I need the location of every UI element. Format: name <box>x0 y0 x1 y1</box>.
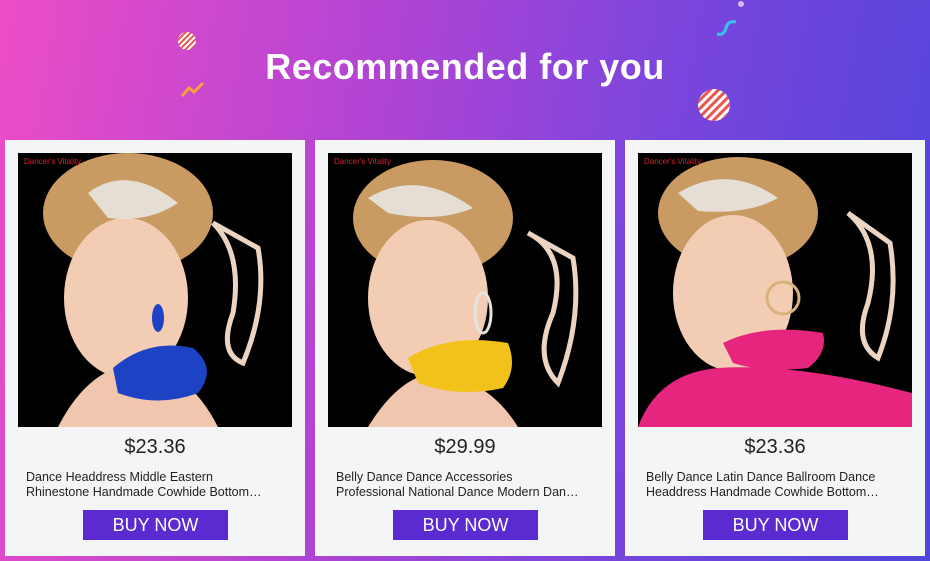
buy-now-button[interactable]: BUY NOW <box>393 510 538 540</box>
product-card[interactable]: Dancer's Vitality $23.36 Belly Dance Lat… <box>625 140 925 556</box>
product-title-line: Dance Headdress Middle Eastern <box>26 470 213 484</box>
headdress-photo <box>353 160 579 427</box>
brand-watermark: Dancer's Vitality <box>644 157 701 166</box>
product-image[interactable]: Dancer's Vitality <box>638 153 912 427</box>
product-price: $23.36 <box>124 436 186 458</box>
product-price: $29.99 <box>434 436 496 458</box>
buy-now-button[interactable]: BUY NOW <box>703 510 848 540</box>
headdress-photo <box>638 157 912 427</box>
brand-watermark: Dancer's Vitality <box>334 157 391 166</box>
buy-now-button[interactable]: BUY NOW <box>83 510 228 540</box>
product-price: $23.36 <box>744 436 806 458</box>
product-title-line: Belly Dance Dance Accessories <box>336 470 513 484</box>
product-title[interactable]: Dance Headdress Middle Eastern Rhineston… <box>26 470 286 500</box>
confetti-icon <box>716 20 737 36</box>
product-image[interactable]: Dancer's Vitality <box>328 153 602 427</box>
brand-watermark: Dancer's Vitality <box>24 157 81 166</box>
product-title-line: Headdress Handmade Cowhide Bottom… <box>646 485 879 499</box>
product-title-line: Professional National Dance Modern Dan… <box>336 485 579 499</box>
confetti-icon <box>738 1 744 7</box>
product-title-line: Belly Dance Latin Dance Ballroom Dance <box>646 470 876 484</box>
banner: Recommended for you <box>0 0 930 140</box>
section-title: Recommended for you <box>265 46 665 87</box>
headdress-photo <box>43 153 264 427</box>
product-card[interactable]: Dancer's Vitality $29.99 Belly Dance Dan… <box>315 140 615 556</box>
product-card[interactable]: Dancer's Vitality $23.36 Dance Headdress… <box>5 140 305 556</box>
product-title[interactable]: Belly Dance Dance Accessories Profession… <box>336 470 596 500</box>
product-image[interactable]: Dancer's Vitality <box>18 153 292 427</box>
striped-ball-icon <box>698 89 730 121</box>
product-title[interactable]: Belly Dance Latin Dance Ballroom Dance H… <box>646 470 906 500</box>
product-title-line: Rhinestone Handmade Cowhide Bottom… <box>26 485 262 499</box>
